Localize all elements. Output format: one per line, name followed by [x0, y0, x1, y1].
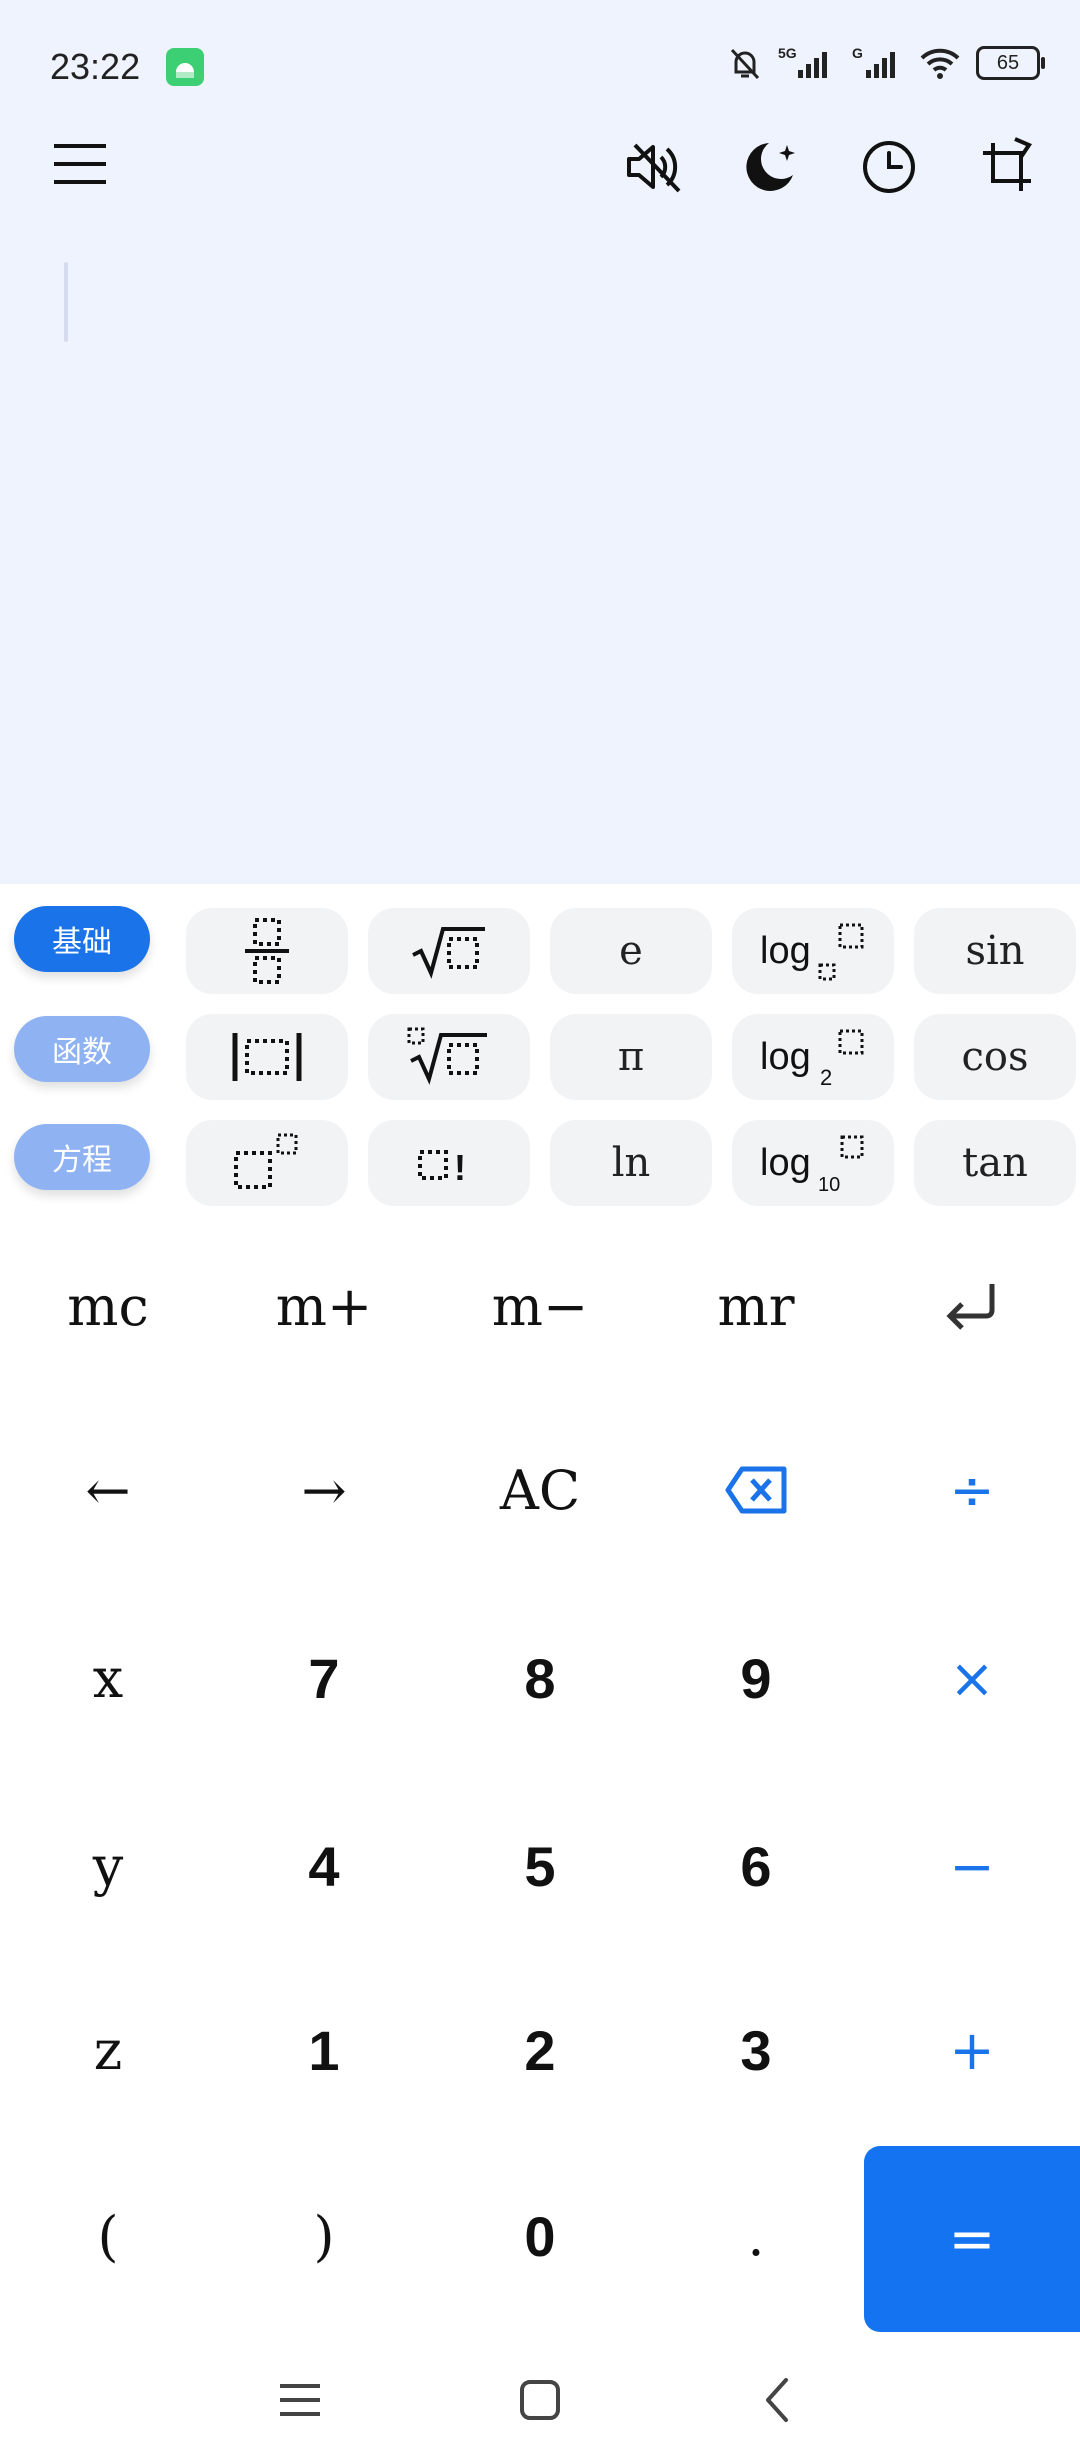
cursor-left-key[interactable]: ←	[8, 1430, 208, 1550]
log-base-template-icon[interactable]: log	[732, 908, 894, 994]
history-icon[interactable]	[852, 130, 926, 204]
enter-icon[interactable]	[872, 1246, 1072, 1366]
svg-text:log: log	[760, 1036, 811, 1078]
constant-e-key[interactable]: e	[550, 908, 712, 994]
system-navigation-bar	[0, 2340, 1080, 2460]
svg-text:log: log	[760, 930, 811, 972]
minus-key[interactable]: −	[872, 1806, 1072, 1926]
sqrt-template-icon[interactable]	[368, 908, 530, 994]
display-area[interactable]: 23:22 5G G 65	[0, 0, 1080, 884]
factorial-template-icon[interactable]: !	[368, 1120, 530, 1206]
fraction-template-icon[interactable]	[186, 908, 348, 994]
5g-signal-icon: 5G	[778, 44, 838, 82]
var-x-key[interactable]: x	[8, 1618, 208, 1738]
power-template-icon[interactable]	[186, 1120, 348, 1206]
back-icon[interactable]	[748, 2370, 808, 2430]
menu-icon[interactable]	[50, 140, 110, 190]
digit-9-key[interactable]: 9	[656, 1618, 856, 1738]
digit-7-key[interactable]: 7	[224, 1618, 424, 1738]
log2-template-icon[interactable]: log 2	[732, 1014, 894, 1100]
night-mode-icon[interactable]	[734, 130, 808, 204]
log10-subscript: 10	[818, 1174, 840, 1195]
input-cursor	[64, 262, 68, 342]
mute-bell-icon	[726, 44, 764, 82]
mode-function-button[interactable]: 函数	[14, 1016, 150, 1082]
sin-key[interactable]: sin	[914, 908, 1076, 994]
wifi-icon	[918, 44, 962, 82]
svg-text:5G: 5G	[778, 45, 797, 61]
abs-template-icon[interactable]	[186, 1014, 348, 1100]
android-notification-icon	[166, 48, 204, 86]
divide-key[interactable]: ÷	[872, 1430, 1072, 1550]
digit-3-key[interactable]: 3	[656, 1990, 856, 2110]
mr-key[interactable]: mr	[656, 1246, 856, 1366]
mode-basic-button[interactable]: 基础	[14, 906, 150, 972]
digit-5-key[interactable]: 5	[440, 1806, 640, 1926]
home-icon[interactable]	[510, 2370, 570, 2430]
battery-level: 65	[996, 51, 1020, 74]
tan-key[interactable]: tan	[914, 1120, 1076, 1206]
nth-root-template-icon[interactable]	[368, 1014, 530, 1100]
m-minus-key[interactable]: m−	[440, 1246, 640, 1366]
ln-key[interactable]: ln	[550, 1120, 712, 1206]
m-plus-key[interactable]: m+	[224, 1246, 424, 1366]
sound-off-icon[interactable]	[616, 130, 690, 204]
digit-8-key[interactable]: 8	[440, 1618, 640, 1738]
close-paren-key[interactable]: )	[224, 2176, 424, 2296]
constant-pi-key[interactable]: π	[550, 1014, 712, 1100]
log10-template-icon[interactable]: log 10	[732, 1120, 894, 1206]
mode-equation-button[interactable]: 方程	[14, 1124, 150, 1190]
digit-4-key[interactable]: 4	[224, 1806, 424, 1926]
toolbar-actions	[616, 130, 1044, 204]
open-paren-key[interactable]: (	[8, 2176, 208, 2296]
battery-icon: 65	[976, 46, 1045, 80]
digit-0-key[interactable]: 0	[440, 2176, 640, 2296]
svg-text:G: G	[852, 45, 863, 61]
function-panel: 基础 函数 方程 e log sin π log 2 cos ! ln log …	[0, 884, 1080, 1224]
mc-key[interactable]: mc	[8, 1246, 208, 1366]
recent-apps-icon[interactable]	[270, 2370, 330, 2430]
plus-key[interactable]: +	[872, 1990, 1072, 2110]
svg-text:log: log	[760, 1142, 811, 1184]
factorial-mark: !	[454, 1147, 466, 1188]
var-y-key[interactable]: y	[8, 1806, 208, 1926]
digit-6-key[interactable]: 6	[656, 1806, 856, 1926]
decimal-point-key[interactable]: .	[656, 2176, 856, 2296]
digit-2-key[interactable]: 2	[440, 1990, 640, 2110]
status-icons: 5G G 65	[726, 44, 1045, 82]
var-z-key[interactable]: z	[8, 1990, 208, 2110]
g-signal-icon: G	[852, 44, 904, 82]
equals-button[interactable]: =	[864, 2146, 1080, 2332]
cursor-right-key[interactable]: →	[224, 1430, 424, 1550]
cos-key[interactable]: cos	[914, 1014, 1076, 1100]
log2-subscript: 2	[820, 1065, 832, 1089]
backspace-icon[interactable]	[656, 1430, 856, 1550]
digit-1-key[interactable]: 1	[224, 1990, 424, 2110]
calculator-app: 23:22 5G G 65 基础 函数 方程 e log sin π log 2…	[0, 0, 1080, 2460]
clear-all-key[interactable]: AC	[440, 1430, 640, 1550]
multiply-key[interactable]: ×	[872, 1618, 1072, 1738]
rotate-icon[interactable]	[970, 130, 1044, 204]
status-time: 23:22	[50, 46, 141, 87]
